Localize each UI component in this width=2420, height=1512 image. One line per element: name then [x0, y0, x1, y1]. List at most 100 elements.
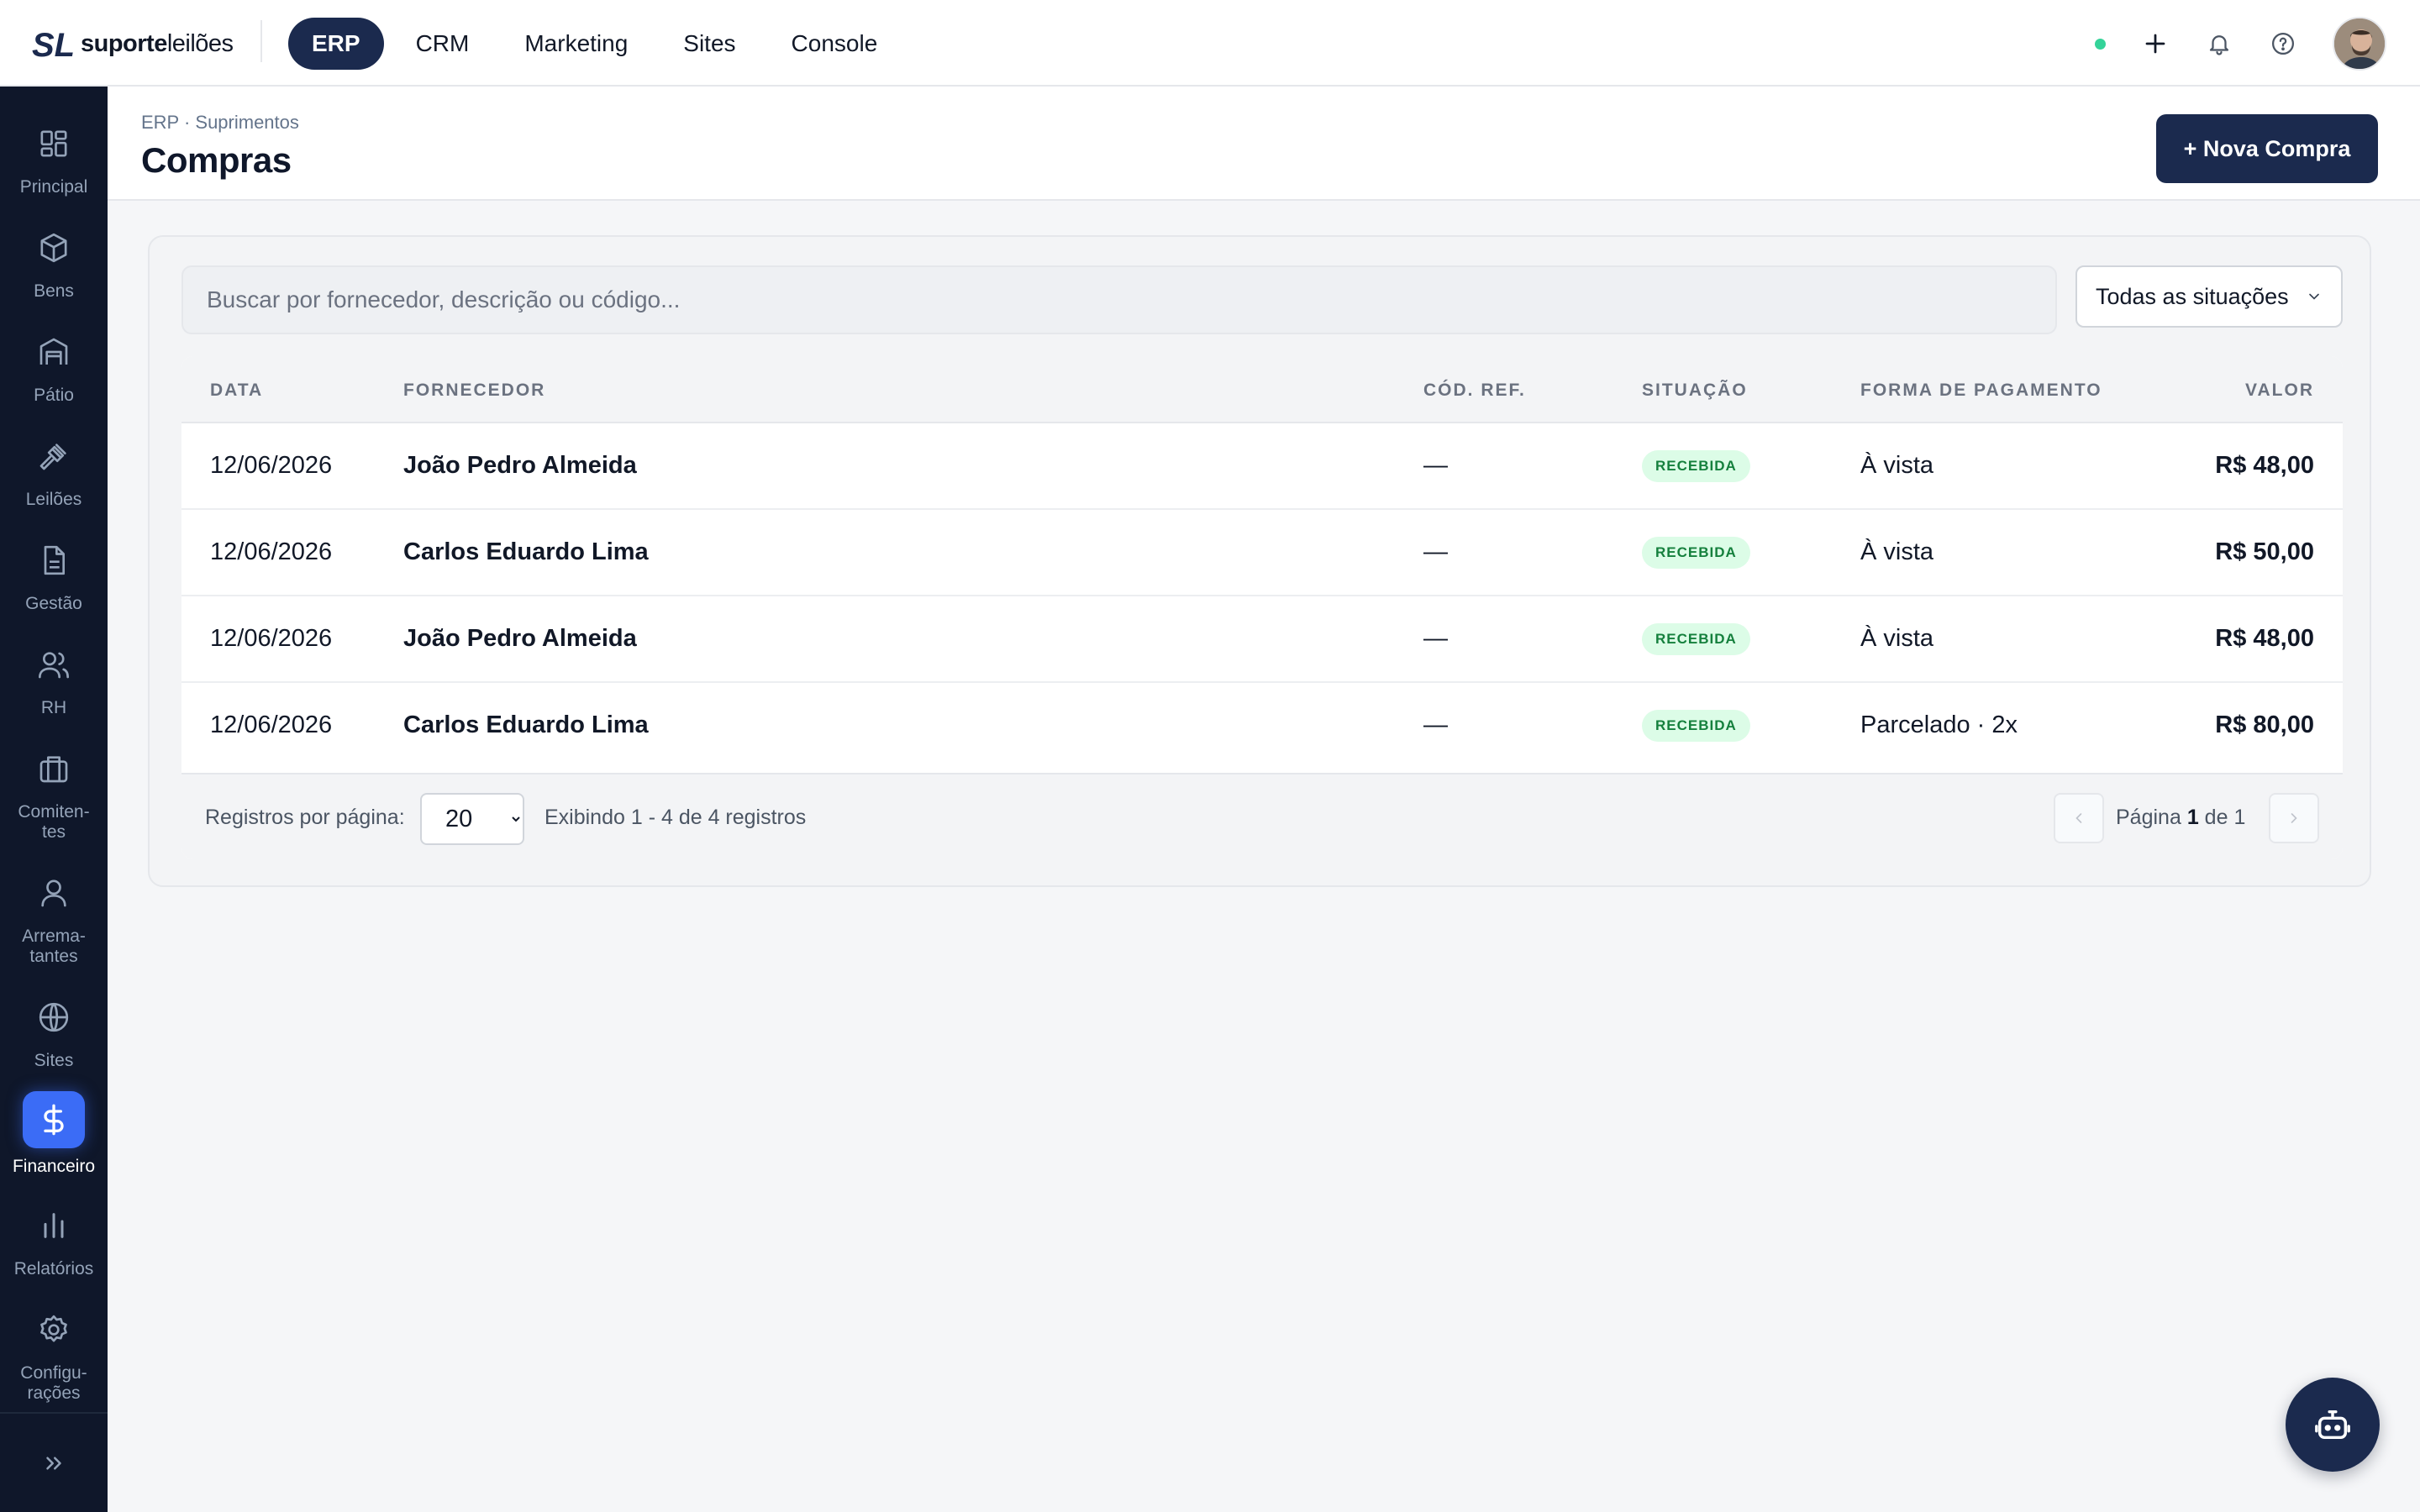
cell-cod-ref: — — [1423, 538, 1448, 565]
pagination-bar: Registros por página: 10 20 50 100 Exibi… — [182, 773, 2343, 859]
user-icon — [41, 879, 66, 907]
cell-forma-pagamento: À vista — [1860, 538, 1934, 565]
sidebar-item-gestao[interactable]: Gestão — [0, 538, 108, 614]
sidebar-item-comitentes[interactable]: Comiten- tes — [0, 747, 108, 843]
status-badge: RECEBIDA — [1642, 709, 1750, 742]
sidebar-item-patio[interactable]: Pátio — [0, 330, 108, 406]
robot-icon — [2315, 1410, 2350, 1440]
cell-fornecedor: João Pedro Almeida — [403, 452, 637, 479]
column-header-situacao[interactable]: SITUAÇÃO — [1642, 381, 1748, 401]
sidebar-item-label: Relatórios — [13, 1259, 94, 1278]
bell-icon[interactable] — [2205, 29, 2233, 58]
sidebar-item-bens[interactable]: Bens — [0, 226, 108, 302]
cell-cod-ref: — — [1423, 711, 1448, 738]
top-nav-console[interactable]: Console — [768, 18, 902, 70]
chevron-down-icon — [2309, 293, 2319, 300]
status-filter-select[interactable]: Todas as situações — [2075, 265, 2343, 328]
sidebar-item-label: Configu- rações — [20, 1363, 87, 1403]
top-nav-marketing[interactable]: Marketing — [501, 18, 651, 70]
chevron-right-icon — [2291, 813, 2297, 823]
plus-icon[interactable] — [2141, 29, 2170, 58]
grid-icon — [40, 130, 67, 157]
user-avatar[interactable] — [2333, 17, 2386, 71]
globe-icon — [39, 1002, 69, 1032]
per-page-label: Registros por página: — [205, 806, 405, 829]
briefcase-icon — [39, 756, 68, 783]
column-header-data[interactable]: DATA — [210, 381, 263, 401]
cell-fornecedor: João Pedro Almeida — [403, 625, 637, 652]
sidebar-item-rh[interactable]: RH — [0, 643, 108, 718]
sidebar-item-arrematantes[interactable]: Arrema- tantes — [0, 871, 108, 967]
sidebar-item-configuracoes[interactable]: Configu- rações — [0, 1308, 108, 1404]
page-indicator: Página 1 de 1 — [2116, 806, 2246, 829]
bar-chart-icon — [44, 1213, 64, 1238]
brand-name: suporteleilões — [81, 29, 234, 57]
top-nav-erp[interactable]: ERP — [288, 18, 384, 70]
sidebar-item-label: Arrema- tantes — [22, 927, 86, 966]
cell-data: 12/06/2026 — [210, 538, 333, 565]
online-status-dot — [2095, 38, 2106, 50]
column-header-valor[interactable]: VALOR — [2245, 381, 2314, 401]
table-row[interactable]: 12/06/2026 Carlos Eduardo Lima — RECEBID… — [182, 683, 2343, 769]
top-nav-sites[interactable]: Sites — [660, 18, 759, 70]
sidebar-item-label: Comiten- tes — [18, 802, 90, 842]
dollar-icon — [44, 1104, 64, 1136]
cell-fornecedor: Carlos Eduardo Lima — [403, 711, 649, 738]
sidebar-item-label: RH — [40, 698, 67, 717]
next-page-button[interactable] — [2269, 793, 2319, 843]
table-header: DATA FORNECEDOR CÓD. REF. SITUAÇÃO FORMA… — [182, 356, 2343, 423]
cell-forma-pagamento: Parcelado · 2x — [1860, 711, 2018, 738]
table-row[interactable]: 12/06/2026 João Pedro Almeida — RECEBIDA… — [182, 596, 2343, 683]
records-summary: Exibindo 1 - 4 de 4 registros — [544, 806, 807, 829]
sidebar-item-label: Bens — [34, 281, 74, 301]
purchases-table: DATA FORNECEDOR CÓD. REF. SITUAÇÃO FORMA… — [182, 356, 2343, 859]
top-bar: SL suporteleilões ERP CRM Marketing Site… — [0, 0, 2420, 87]
cell-valor: R$ 48,00 — [2215, 625, 2314, 652]
sidebar-item-label: Leilões — [25, 490, 82, 509]
cell-cod-ref: — — [1423, 625, 1448, 652]
previous-page-button[interactable] — [2054, 793, 2104, 843]
sidebar-item-financeiro[interactable]: Financeiro — [0, 1091, 108, 1177]
svg-text:SL: SL — [32, 27, 75, 63]
sidebar-item-principal[interactable]: Principal — [0, 122, 108, 197]
column-header-forma-pagamento[interactable]: FORMA DE PAGAMENTO — [1860, 381, 2102, 401]
cell-data: 12/06/2026 — [210, 452, 333, 479]
cell-valor: R$ 48,00 — [2215, 452, 2314, 479]
assistant-chat-button[interactable] — [2286, 1378, 2380, 1472]
cell-valor: R$ 80,00 — [2215, 711, 2314, 738]
search-input[interactable] — [182, 265, 2057, 334]
gear-icon — [40, 1315, 67, 1342]
cell-forma-pagamento: À vista — [1860, 452, 1934, 479]
table-row[interactable]: 12/06/2026 Carlos Eduardo Lima — RECEBID… — [182, 510, 2343, 596]
status-badge: RECEBIDA — [1642, 622, 1750, 655]
table-row[interactable]: 12/06/2026 João Pedro Almeida — RECEBIDA… — [182, 423, 2343, 510]
column-header-cod-ref[interactable]: CÓD. REF. — [1423, 381, 1526, 401]
new-purchase-button[interactable]: + Nova Compra — [2156, 114, 2378, 183]
status-badge: RECEBIDA — [1642, 536, 1750, 569]
cell-forma-pagamento: À vista — [1860, 625, 1934, 652]
sidebar-collapse-button[interactable] — [0, 1412, 108, 1512]
column-header-fornecedor[interactable]: FORNECEDOR — [403, 381, 545, 401]
breadcrumb: ERP · Suprimentos — [141, 112, 299, 133]
warehouse-icon — [39, 338, 68, 365]
sidebar-item-label: Financeiro — [12, 1157, 96, 1176]
box-icon — [40, 233, 67, 263]
divider — [260, 20, 262, 62]
sidebar-item-relatorios[interactable]: Relatórios — [0, 1204, 108, 1279]
sidebar-item-sites[interactable]: Sites — [0, 995, 108, 1071]
per-page-select[interactable]: 10 20 50 100 — [420, 793, 524, 845]
sidebar-item-leiloes[interactable]: Leilões — [0, 434, 108, 510]
sidebar: Principal Bens Pátio Leilões Gestão RH C… — [0, 87, 108, 1512]
sidebar-item-label: Pátio — [34, 386, 74, 405]
page-header: ERP · Suprimentos Compras + Nova Compra — [108, 87, 2420, 201]
document-icon — [44, 545, 65, 575]
top-nav-crm[interactable]: CRM — [392, 18, 493, 70]
chevron-left-icon — [2075, 813, 2082, 823]
sidebar-item-label: Principal — [19, 177, 88, 197]
help-icon[interactable] — [2269, 29, 2297, 58]
sidebar-item-label: Gestão — [25, 594, 82, 613]
chevrons-right-icon — [46, 1457, 61, 1469]
brand-logo[interactable]: SL suporteleilões — [32, 24, 234, 64]
cell-data: 12/06/2026 — [210, 711, 333, 738]
gavel-icon — [39, 444, 66, 470]
